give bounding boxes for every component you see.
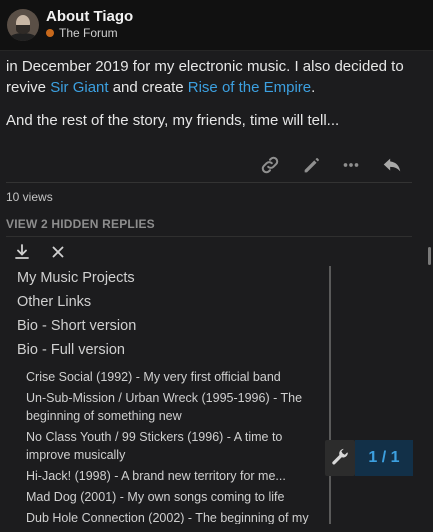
post-text: revive [6,79,51,96]
toc-subitem-dub-hole[interactable]: Dub Hole Connection (2002) - The beginni… [6,509,329,524]
views-count: 10 views [6,190,53,204]
toc-toolbar [8,242,338,264]
post-pager[interactable]: 1 / 1 [355,440,413,476]
toc-item-bio-short[interactable]: Bio - Short version [6,314,329,338]
toc-subitem-no-class-youth[interactable]: No Class Youth / 99 Stickers (1996) - A … [6,428,329,464]
wrench-icon[interactable] [325,440,355,476]
post-text: and create [108,79,188,96]
divider [6,236,412,237]
post-text: . [311,79,316,96]
post-paragraph-2: And the rest of the story, my friends, t… [6,112,340,129]
table-of-contents: My Music Projects Other Links Bio - Shor… [6,266,331,524]
category-color-dot [46,29,54,37]
edit-pencil-icon[interactable] [301,154,323,176]
post-actions [0,152,433,178]
post-body: in December 2019 for my electronic music… [6,56,406,143]
topic-header: About Tiago The Forum [0,0,433,51]
category-badge[interactable]: The Forum [46,26,118,40]
toc-subitem-crise-social[interactable]: Crise Social (1992) - My very first offi… [6,368,329,386]
category-label: The Forum [59,26,118,40]
sir-giant-link[interactable]: Sir Giant [50,79,108,96]
toc-subitem-un-sub-mission[interactable]: Un-Sub-Mission / Urban Wreck (1995-1996)… [6,389,329,425]
toc-item-other-links[interactable]: Other Links [6,290,329,314]
post-text: in December 2019 for my electronic music… [6,58,404,75]
toc-item-bio-full[interactable]: Bio - Full version [6,338,329,362]
divider [6,182,412,183]
toc-item-my-music-projects[interactable]: My Music Projects [6,266,329,290]
rise-of-the-empire-link[interactable]: Rise of the Empire [188,79,311,96]
toc-subitem-mad-dog[interactable]: Mad Dog (2001) - My own songs coming to … [6,488,329,506]
more-icon[interactable] [340,154,362,176]
avatar[interactable] [7,9,39,41]
post-paragraph-1: in December 2019 for my electronic music… [6,56,406,98]
topic-title[interactable]: About Tiago [46,8,133,25]
close-icon[interactable] [48,242,70,262]
link-icon[interactable] [259,154,281,176]
reply-icon[interactable] [381,154,403,176]
toc-subitem-hi-jack[interactable]: Hi-Jack! (1998) - A brand new territory … [6,467,329,485]
download-icon[interactable] [12,242,34,262]
scrollbar[interactable] [428,247,431,265]
view-hidden-replies-button[interactable]: VIEW 2 HIDDEN REPLIES [6,217,155,231]
